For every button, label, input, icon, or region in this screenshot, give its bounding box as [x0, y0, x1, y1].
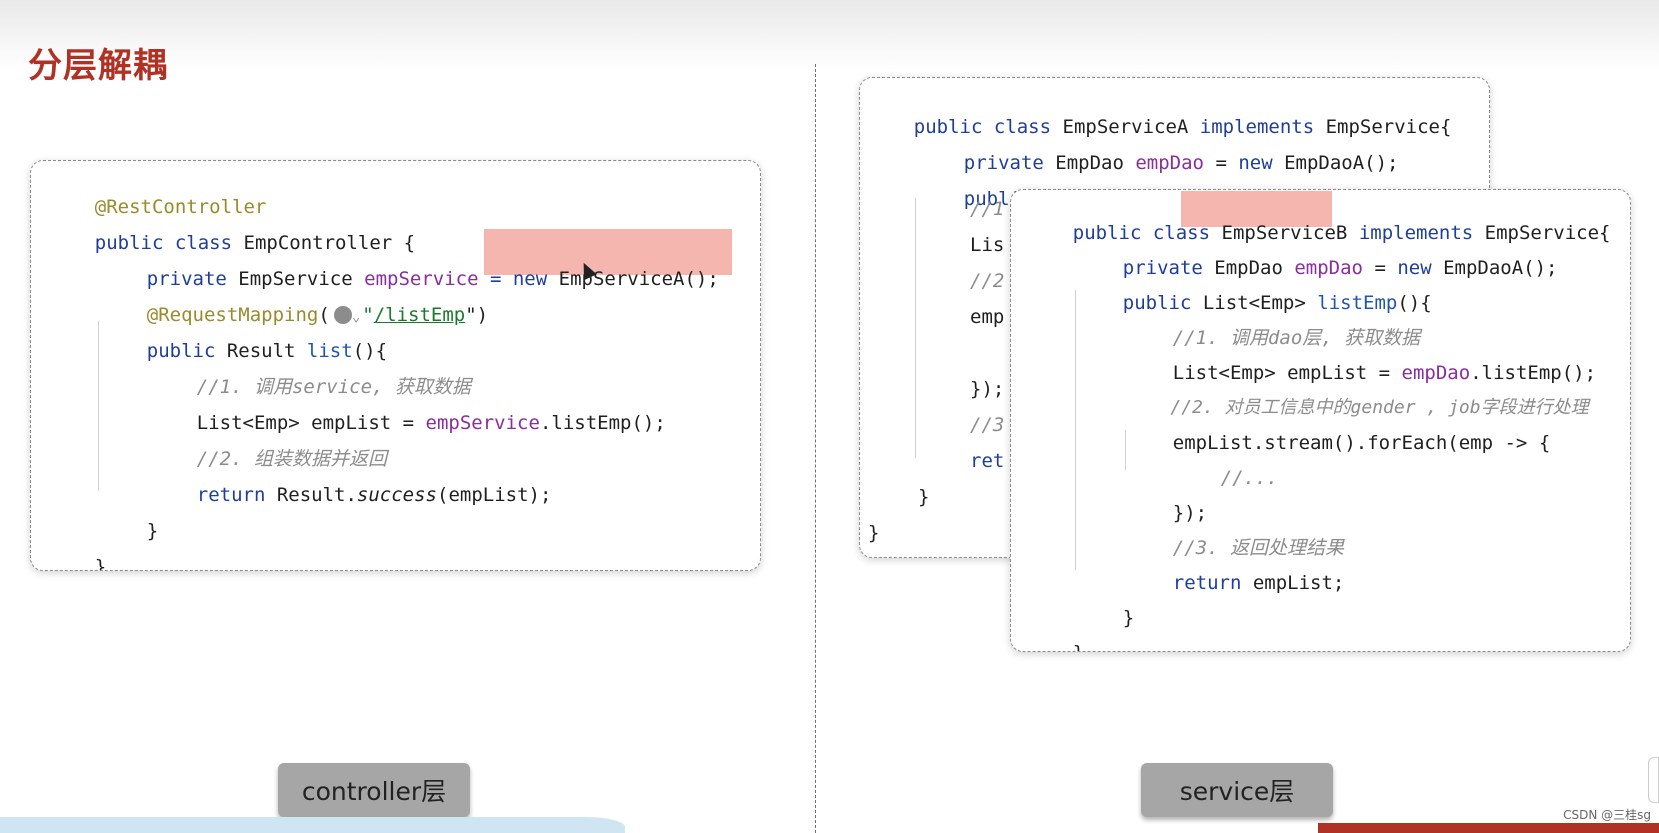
comment-fragment: //2 [970, 270, 1005, 292]
code-line-return: return empList; [1127, 544, 1345, 622]
decorative-red-bar [1318, 823, 1659, 833]
code-fragment: }); [970, 378, 1005, 400]
comment-fragment: //3 [970, 414, 1005, 436]
kw-return: return [1172, 572, 1242, 594]
mapping-close: ") [465, 304, 489, 326]
close-brace: } [1073, 642, 1084, 651]
code-line-method-close: } [1077, 579, 1135, 651]
code-fragment: ret [970, 450, 1005, 472]
code-line-method-close: } [918, 484, 929, 510]
semicolon: ; [707, 268, 719, 290]
mapping-path-link[interactable]: /listEmp [374, 304, 466, 326]
side-panel-handle[interactable] [1648, 757, 1659, 803]
close-brace: } [146, 520, 159, 542]
code-fragment: Lis [970, 234, 1005, 256]
slide-title: 分层解耦 [28, 46, 168, 86]
method-call: .listEmp(); [539, 412, 666, 434]
code-line-fragment: }); [970, 376, 1004, 402]
static-method: success [356, 484, 437, 506]
code-line-class-close: } [868, 520, 879, 546]
close-brace: } [94, 556, 107, 571]
indent-guide [98, 321, 99, 491]
indent-guide [1125, 430, 1126, 470]
service-layer-label: service层 [1141, 763, 1333, 817]
close-brace: } [868, 522, 880, 544]
comment: //... [1220, 467, 1278, 489]
service-b-code-block: public class EmpServiceB implements EmpS… [1010, 189, 1631, 652]
code-line-fragment: //1 [970, 196, 1004, 222]
code-fragment: emp [970, 306, 1005, 328]
code-line-fragment: Lis [970, 232, 1004, 258]
close-brace: } [1122, 607, 1135, 629]
controller-code-block: @RestController public class EmpControll… [30, 160, 761, 571]
ctor-call: EmpDaoA(); [1431, 257, 1558, 279]
return-value: empList; [1241, 572, 1345, 594]
decorative-wave [0, 817, 625, 833]
watermark: CSDN @三桂sg [1563, 808, 1651, 822]
code-line-method-close: } [101, 492, 158, 570]
code-line-fragment: //3 [970, 412, 1004, 438]
return-args: (empList); [437, 484, 552, 506]
code-line-fragment: //2 [970, 268, 1004, 294]
layer-divider [815, 64, 816, 833]
comment-fragment: //1 [970, 198, 1005, 220]
indent-guide [1075, 290, 1076, 570]
field-ref: empService [425, 412, 540, 434]
code-line-class-close: } [1027, 614, 1084, 651]
close-brace: } [918, 486, 930, 508]
return-object: Result. [265, 484, 357, 506]
ctor-call: EmpServiceA() [547, 268, 708, 290]
ctor-call: EmpDaoA(); [1272, 152, 1399, 174]
controller-layer-label: controller层 [278, 763, 470, 817]
code-line-fragment: emp [970, 304, 1004, 330]
code-line-class-close: } [49, 528, 107, 571]
code-line-fragment: ret [970, 448, 1004, 474]
slide-header-band [0, 0, 1659, 70]
code-line-return: return Result.success(empList); [151, 456, 552, 534]
indent-guide [915, 198, 916, 458]
kw-return: return [196, 484, 266, 506]
kw-new: new [512, 268, 548, 290]
